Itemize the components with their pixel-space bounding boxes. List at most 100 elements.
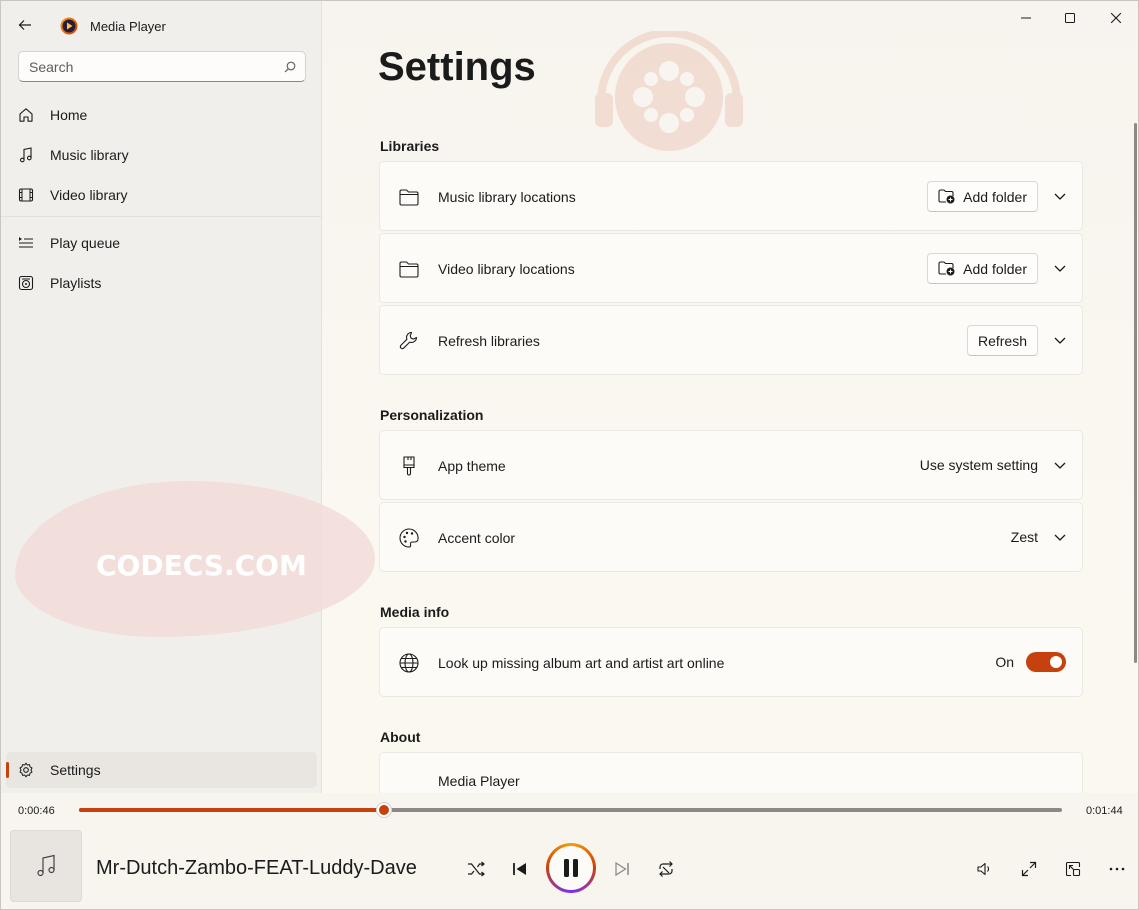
- total-time: 0:01:44: [1086, 805, 1123, 817]
- chevron-down-icon[interactable]: [1052, 529, 1068, 545]
- shuffle-icon: [468, 861, 485, 877]
- sidebar-item-playlists[interactable]: Playlists: [6, 265, 317, 301]
- accent-color-value[interactable]: Zest: [1011, 529, 1038, 545]
- minimize-button[interactable]: [1003, 1, 1049, 35]
- paintbrush-icon: [403, 456, 415, 476]
- previous-button[interactable]: [504, 853, 536, 885]
- search-box[interactable]: [18, 51, 306, 82]
- main-scrollbar[interactable]: [1134, 123, 1137, 663]
- close-icon: [1111, 13, 1121, 23]
- more-icon: [1109, 867, 1125, 871]
- chevron-down-icon[interactable]: [1052, 457, 1068, 473]
- back-button[interactable]: [11, 11, 39, 39]
- mini-player-icon: [1065, 861, 1081, 877]
- sidebar-item-home[interactable]: Home: [6, 97, 317, 133]
- lookup-album-art-card: Look up missing album art and artist art…: [379, 627, 1083, 697]
- next-button[interactable]: [606, 853, 638, 885]
- album-art-placeholder[interactable]: [10, 830, 82, 902]
- chevron-down-icon[interactable]: [1052, 332, 1068, 348]
- sidebar-item-music-library[interactable]: Music library: [6, 137, 317, 173]
- sidebar-item-label: Play queue: [50, 235, 121, 251]
- accent-color-label: Accent color: [438, 530, 516, 546]
- sidebar: Media Player Home Music library Video li…: [1, 1, 322, 793]
- elapsed-time: 0:00:46: [18, 805, 55, 817]
- repeat-icon: [659, 861, 673, 877]
- music-library-locations-card[interactable]: Music library locations Add folder: [379, 161, 1083, 231]
- track-title[interactable]: Mr-Dutch-Zambo-FEAT-Luddy-Dave: [96, 857, 417, 880]
- media-player-logo-icon: [60, 17, 78, 35]
- mini-player-button[interactable]: [1057, 853, 1089, 885]
- titlebar: Media Player: [1, 1, 322, 49]
- lookup-album-art-label: Look up missing album art and artist art…: [438, 655, 725, 671]
- folder-icon: [399, 261, 419, 278]
- section-title-libraries: Libraries: [380, 138, 440, 154]
- add-music-folder-button[interactable]: Add folder: [927, 181, 1038, 212]
- maximize-icon: [1065, 13, 1075, 23]
- volume-button[interactable]: [968, 853, 1000, 885]
- refresh-button[interactable]: Refresh: [966, 325, 1038, 356]
- home-icon: [6, 107, 46, 123]
- seek-bar[interactable]: [79, 802, 1062, 818]
- music-note-icon: [6, 147, 46, 163]
- maximize-button[interactable]: [1047, 1, 1093, 35]
- app-theme-value[interactable]: Use system setting: [920, 457, 1038, 473]
- volume-icon: [977, 862, 990, 876]
- sidebar-item-label: Settings: [50, 762, 101, 778]
- headphones-film-reel-icon: [595, 31, 743, 151]
- media-player-window: Media Player Home Music library Video li…: [0, 0, 1139, 910]
- chevron-down-icon[interactable]: [1052, 188, 1068, 204]
- refresh-button-label: Refresh: [977, 332, 1027, 349]
- wrench-icon: [399, 331, 418, 350]
- search-input[interactable]: [19, 58, 275, 75]
- add-folder-icon: [938, 189, 955, 204]
- accent-color-card[interactable]: Accent color Zest: [379, 502, 1083, 572]
- search-icon[interactable]: [275, 61, 305, 73]
- sidebar-item-label: Home: [50, 107, 88, 123]
- seek-thumb[interactable]: [375, 802, 392, 818]
- toggle-knob: [1050, 656, 1062, 668]
- playlist-icon: [6, 275, 46, 291]
- video-library-locations-card[interactable]: Video library locations Add folder: [379, 233, 1083, 303]
- about-card[interactable]: Media Player: [379, 752, 1083, 793]
- app-theme-card[interactable]: App theme Use system setting: [379, 430, 1083, 500]
- full-screen-button[interactable]: [1013, 853, 1045, 885]
- section-title-media-info: Media info: [380, 604, 450, 620]
- player-bar: 0:00:46 0:01:44 Mr-Dutch-Zambo-FEAT-Ludd…: [1, 793, 1138, 909]
- repeat-button[interactable]: [650, 853, 682, 885]
- close-button[interactable]: [1093, 1, 1138, 35]
- settings-page: Settings Libraries Music library locatio…: [323, 1, 1138, 793]
- minimize-icon: [1021, 17, 1031, 19]
- palette-icon: [399, 528, 419, 548]
- pause-button[interactable]: [546, 843, 596, 893]
- expand-icon: [1021, 861, 1037, 877]
- sidebar-item-video-library[interactable]: Video library: [6, 177, 317, 213]
- app-theme-label: App theme: [438, 458, 506, 474]
- sidebar-item-settings[interactable]: Settings: [6, 752, 317, 788]
- video-library-locations-label: Video library locations: [438, 261, 575, 277]
- lookup-state-label: On: [995, 654, 1014, 670]
- shuffle-button[interactable]: [460, 853, 492, 885]
- active-indicator: [6, 762, 9, 778]
- sidebar-item-label: Music library: [50, 147, 129, 163]
- film-icon: [6, 187, 46, 203]
- chevron-down-icon[interactable]: [1052, 260, 1068, 276]
- folder-icon: [399, 189, 419, 206]
- pause-icon: [564, 859, 578, 877]
- refresh-libraries-card[interactable]: Refresh libraries Refresh: [379, 305, 1083, 375]
- next-icon: [615, 861, 629, 877]
- section-title-personalization: Personalization: [380, 407, 484, 423]
- nav-divider: [1, 216, 322, 217]
- previous-icon: [513, 863, 526, 875]
- lookup-album-art-toggle[interactable]: [1026, 652, 1066, 672]
- refresh-libraries-label: Refresh libraries: [438, 333, 540, 349]
- add-folder-icon: [938, 261, 955, 276]
- more-options-button[interactable]: [1101, 853, 1133, 885]
- about-app-name: Media Player: [438, 773, 520, 789]
- app-title: Media Player: [90, 19, 166, 34]
- back-arrow-icon: [18, 20, 31, 30]
- add-video-folder-button[interactable]: Add folder: [927, 253, 1038, 284]
- seek-progress: [79, 808, 384, 812]
- music-note-icon: [37, 854, 55, 877]
- sidebar-item-play-queue[interactable]: Play queue: [6, 225, 317, 261]
- gear-icon: [6, 762, 46, 778]
